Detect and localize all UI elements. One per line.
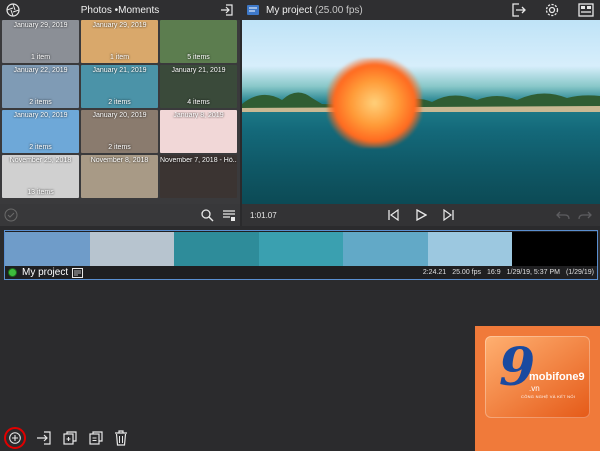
- copy-icon[interactable]: [88, 430, 104, 446]
- moment-date: November 8, 2018: [90, 157, 149, 164]
- moment-tile[interactable]: January 21, 2019 2 items: [81, 65, 158, 108]
- browser-footer: [0, 204, 240, 226]
- moment-count: 2 items: [108, 99, 131, 106]
- moment-count: 2 items: [108, 144, 131, 151]
- moment-tile[interactable]: January 29, 2019 1 item: [2, 20, 79, 63]
- preview-project-title: My project (25.00 fps): [266, 5, 363, 16]
- transport-bar: 1:01.07: [242, 204, 600, 226]
- watermark-tagline: CÔNG NGHỆ VÀ KẾT NỐI: [521, 394, 576, 399]
- project-date-short: (1/29/19): [565, 269, 594, 276]
- moment-count: 13 items: [27, 189, 54, 196]
- moment-count: 5 items: [187, 54, 210, 61]
- filmstrip-frame: [89, 232, 175, 266]
- preview-header: My project (25.00 fps): [240, 0, 600, 20]
- moment-tile[interactable]: January 22, 2019 2 items: [2, 65, 79, 108]
- import-project-icon[interactable]: [36, 430, 52, 446]
- gear-icon[interactable]: [544, 2, 560, 18]
- filmstrip-frame: [343, 232, 428, 266]
- moment-tile[interactable]: January 8, 2019: [160, 110, 237, 153]
- filmstrip-frame: [5, 232, 90, 266]
- project-duration: 2:24.21: [422, 269, 447, 276]
- redo-icon[interactable]: [578, 209, 592, 221]
- skip-back-icon[interactable]: [387, 209, 399, 221]
- filmstrip[interactable]: [5, 232, 597, 266]
- moment-count: 2 items: [29, 99, 52, 106]
- moment-date: November 7, 2018 - Hồ...: [160, 157, 237, 164]
- aperture-icon[interactable]: [6, 3, 20, 17]
- moment-count: 1 item: [109, 54, 130, 61]
- filmstrip-frame: [427, 232, 513, 266]
- moment-date: November 25, 2018: [9, 157, 72, 164]
- project-timeline[interactable]: My project 2:24.21 25.00 fps 16:9 1/29/1…: [4, 230, 598, 280]
- splash-highlight: [327, 58, 422, 148]
- duplicate-icon[interactable]: [62, 430, 78, 446]
- timecode: 1:01.07: [250, 210, 277, 220]
- project-date: 1/29/19, 5:37 PM: [506, 269, 560, 276]
- browser-header: Photos •Moments: [0, 0, 240, 20]
- plus-icon: [9, 432, 21, 444]
- project-status-dot: [8, 268, 17, 277]
- moment-tile[interactable]: January 20, 2019 2 items: [2, 110, 79, 153]
- moment-date: January 8, 2019: [173, 112, 224, 119]
- undo-icon[interactable]: [556, 209, 570, 221]
- trash-icon[interactable]: [114, 430, 128, 446]
- watermark-logo: 9 mobifone9 .vn CÔNG NGHỆ VÀ KẾT NỐI: [475, 326, 600, 451]
- moment-tile[interactable]: January 21, 2019 4 items: [160, 65, 237, 108]
- moment-count: 1 item: [30, 54, 51, 61]
- watermark-badge: 9 mobifone9 .vn CÔNG NGHỆ VÀ KẾT NỐI: [485, 336, 590, 418]
- export-icon[interactable]: [510, 2, 526, 18]
- bottom-toolbar: [0, 425, 300, 451]
- project-fps-meta: 25.00 fps: [452, 269, 482, 276]
- list-options-icon[interactable]: [222, 208, 236, 222]
- filmstrip-frame: [174, 232, 259, 266]
- layout-icon[interactable]: [578, 3, 594, 17]
- filmstrip-frame: [512, 232, 597, 266]
- moment-date: January 21, 2019: [92, 67, 147, 74]
- video-preview[interactable]: [242, 20, 600, 204]
- skip-forward-icon[interactable]: [443, 209, 455, 221]
- moment-tile[interactable]: November 25, 2018 13 items: [2, 155, 79, 198]
- moment-tile[interactable]: January 29, 2019 1 item: [81, 20, 158, 63]
- project-name: My project: [266, 4, 313, 16]
- moments-grid: January 29, 2019 1 item January 29, 2019 1 …: [2, 20, 238, 198]
- moment-date: January 20, 2019: [92, 112, 147, 119]
- watermark-tld: .vn: [529, 384, 540, 393]
- browser-title: Photos •Moments: [80, 4, 160, 16]
- moment-tile[interactable]: November 7, 2018 - Hồ...: [160, 155, 237, 198]
- moment-date: January 20, 2019: [13, 112, 68, 119]
- moment-date: January 29, 2019: [92, 22, 147, 29]
- import-icon[interactable]: [220, 3, 234, 17]
- watermark-brand: mobifone9: [529, 371, 585, 383]
- notes-icon[interactable]: [72, 267, 84, 278]
- moment-date: January 22, 2019: [13, 67, 68, 74]
- project-fps: (25.00 fps): [314, 4, 363, 16]
- preview-pane: My project (25.00 fps) 1:01.07: [240, 0, 600, 226]
- project-aspect: 16:9: [487, 269, 501, 276]
- moment-tile[interactable]: January 20, 2019 2 items: [81, 110, 158, 153]
- project-icon[interactable]: [246, 3, 260, 17]
- moment-count: 2 items: [29, 144, 52, 151]
- checkmark-icon[interactable]: [4, 208, 18, 222]
- moment-tile[interactable]: November 8, 2018: [81, 155, 158, 198]
- moment-date: January 29, 2019: [13, 22, 68, 29]
- project-row: My project 2:24.21 25.00 fps 16:9 1/29/1…: [5, 266, 597, 279]
- media-browser: Photos •Moments January 29, 2019 1 item Ja…: [0, 0, 240, 226]
- timeline-project-name[interactable]: My project: [22, 267, 68, 278]
- project-meta: 2:24.21 25.00 fps 16:9 1/29/19, 5:37 PM …: [423, 269, 594, 276]
- moment-count: 4 items: [187, 99, 210, 106]
- moment-tile[interactable]: 5 items: [160, 20, 237, 63]
- search-icon[interactable]: [200, 208, 214, 222]
- moment-date: January 21, 2019: [171, 67, 226, 74]
- add-project-button[interactable]: [4, 427, 26, 449]
- filmstrip-frame: [258, 232, 344, 266]
- play-icon[interactable]: [415, 209, 427, 221]
